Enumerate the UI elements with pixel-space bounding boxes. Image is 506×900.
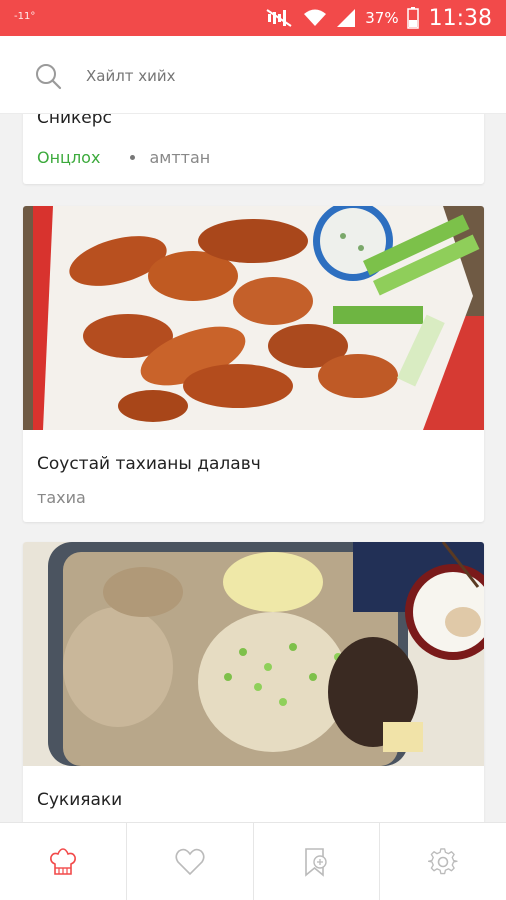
chicken-wings-photo [23,206,484,430]
search-icon[interactable] [34,62,62,90]
recipe-title: Сукияаки [37,790,123,810]
nav-recipes[interactable] [0,823,127,900]
clock: 11:38 [428,5,492,31]
nav-settings[interactable] [380,823,506,900]
search-bar [0,36,506,114]
chef-hat-icon [49,848,76,875]
temperature-text: -11° [14,11,36,22]
battery-icon [406,7,419,29]
bookmark-add-icon [305,848,328,877]
recipe-category: тахиа [37,488,86,507]
bullet-separator [130,155,136,160]
recipe-meta: Онцлох амттан [37,148,210,167]
recipe-card[interactable]: Сникерс Онцлох амттан [23,114,484,184]
recipe-category: амттан [149,148,211,167]
recipe-meta: тахиа [37,488,86,507]
recipe-card[interactable]: Сукияаки [23,542,484,822]
signal-icon [337,9,356,27]
recipe-card[interactable]: Соустай тахианы далавч тахиа [23,206,484,522]
nav-favorites[interactable] [127,823,254,900]
sukiyaki-photo [23,542,484,766]
status-bar: -11° 37% 11:38 [0,0,506,36]
wifi-icon [304,9,327,26]
nav-saved[interactable] [254,823,381,900]
gear-icon [428,848,458,875]
recipe-title: Соустай тахианы далавч [37,454,261,474]
recipe-title: Сникерс [37,114,112,128]
heart-icon [175,848,205,876]
featured-tag: Онцлох [37,148,101,167]
recipe-feed[interactable]: Сникерс Онцлох амттан Соустай тахианы да… [0,114,506,822]
bottom-nav [0,822,506,900]
mute-icon [266,9,292,27]
status-icons: 37% 11:38 [265,0,492,36]
search-input[interactable] [86,64,466,88]
battery-percent: 37% [365,9,399,27]
